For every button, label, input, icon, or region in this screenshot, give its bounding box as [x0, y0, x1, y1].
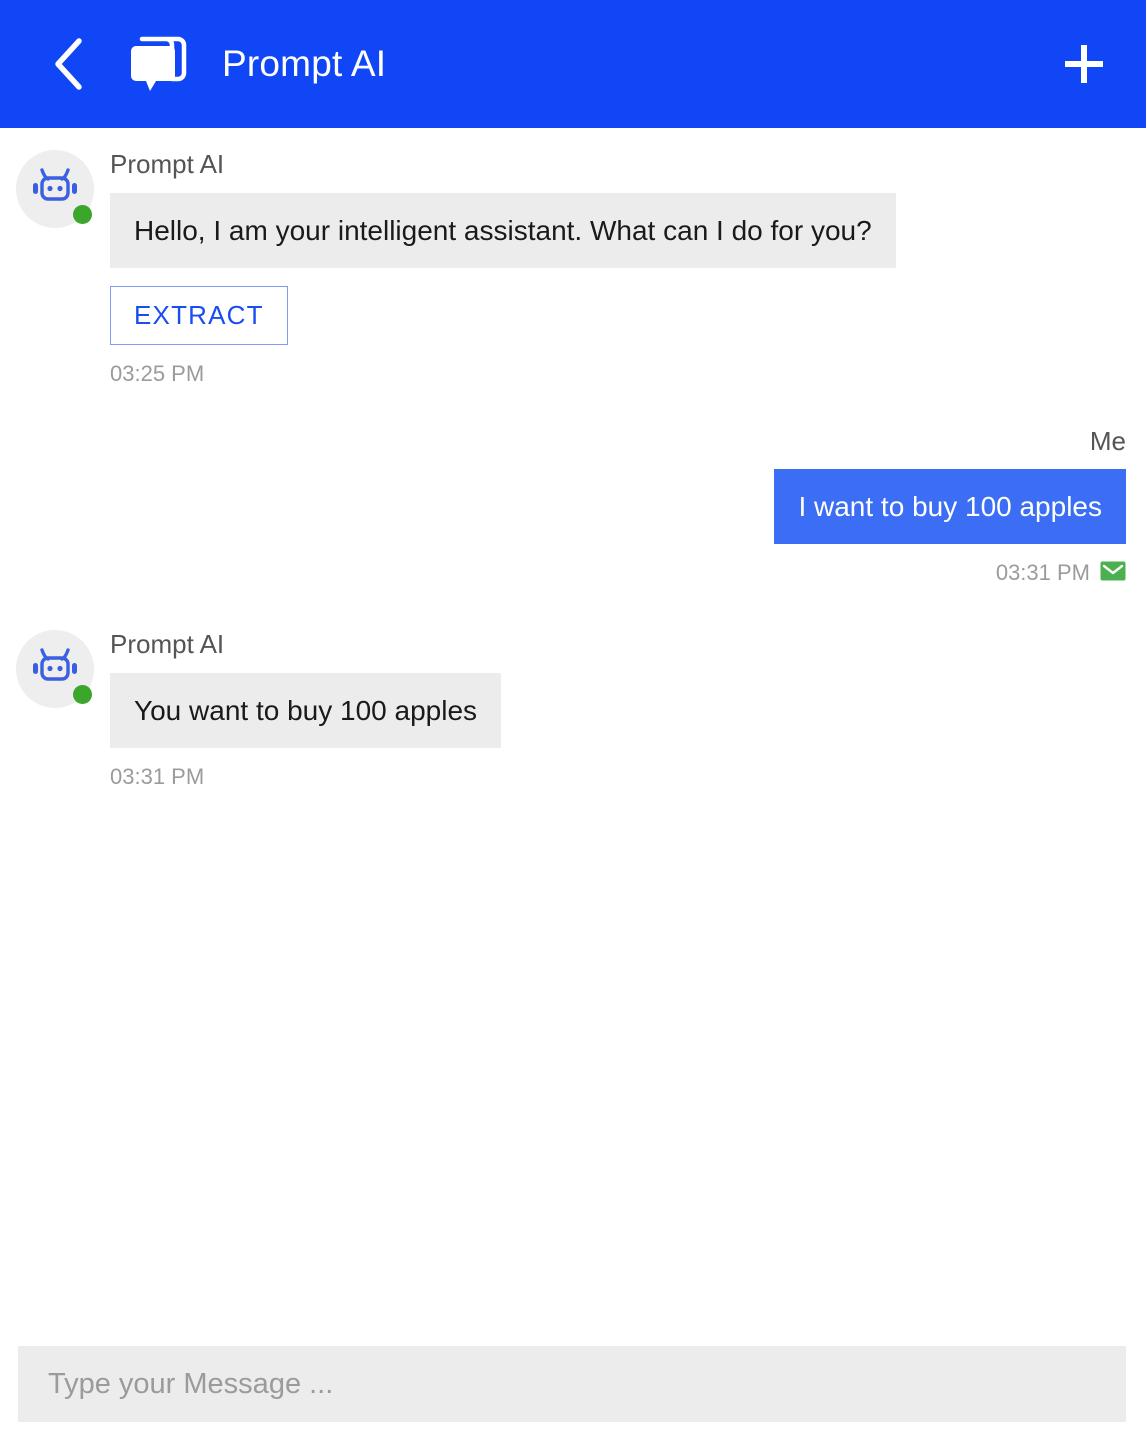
page-title: Prompt AI: [222, 43, 387, 84]
chevron-left-icon: [51, 36, 87, 92]
message-bubble: I want to buy 100 apples: [774, 469, 1126, 545]
avatar-column: [16, 150, 94, 228]
extract-button[interactable]: EXTRACT: [110, 285, 288, 345]
message-group-me-1: Me I want to buy 100 apples 03:31 PM: [16, 425, 1126, 587]
chat-bubbles-icon: [126, 33, 188, 95]
message-content: Me I want to buy 100 apples 03:31 PM: [774, 425, 1126, 587]
message-list: Prompt AI Hello, I am your intelligent a…: [0, 128, 1146, 1332]
online-status-dot: [73, 205, 92, 224]
message-timestamp: 03:25 PM: [110, 360, 205, 386]
sender-name: Me: [1089, 425, 1126, 456]
chat-app-window: Prompt AI Prompt AI Hello, I am your int…: [0, 0, 1146, 1452]
message-group-bot-1: Prompt AI Hello, I am your intelligent a…: [16, 150, 1126, 387]
message-input[interactable]: [18, 1346, 1126, 1422]
message-row: Me I want to buy 100 apples 03:31 PM: [16, 425, 1126, 587]
message-meta: 03:31 PM: [110, 764, 204, 790]
sender-name: Prompt AI: [110, 629, 225, 660]
online-status-dot: [73, 685, 92, 705]
message-timestamp: 03:31 PM: [995, 560, 1090, 586]
message-meta: 03:25 PM: [110, 361, 204, 387]
back-button[interactable]: [46, 35, 92, 93]
message-content: Prompt AI You want to buy 100 apples 03:…: [110, 629, 502, 790]
message-meta: 03:31 PM: [996, 560, 1126, 586]
app-header: Prompt AI: [0, 0, 1146, 128]
composer-bar: [0, 1332, 1146, 1452]
message-bubble: You want to buy 100 apples: [110, 672, 502, 748]
message-row: Prompt AI You want to buy 100 apples 03:…: [16, 630, 1126, 790]
plus-icon: [1061, 41, 1107, 87]
avatar: [16, 630, 94, 709]
message-timestamp: 03:31 PM: [110, 763, 205, 789]
message-row: Prompt AI Hello, I am your intelligent a…: [16, 150, 1126, 387]
message-bubble: Hello, I am your intelligent assistant. …: [110, 192, 896, 268]
sender-name: Prompt AI: [110, 149, 225, 179]
add-button[interactable]: [1056, 36, 1112, 92]
avatar-column: [16, 630, 94, 709]
message-group-bot-2: Prompt AI You want to buy 100 apples 03:…: [16, 630, 1126, 790]
avatar: [16, 150, 94, 228]
message-content: Prompt AI Hello, I am your intelligent a…: [110, 150, 896, 387]
envelope-sent-icon: [1100, 561, 1126, 586]
